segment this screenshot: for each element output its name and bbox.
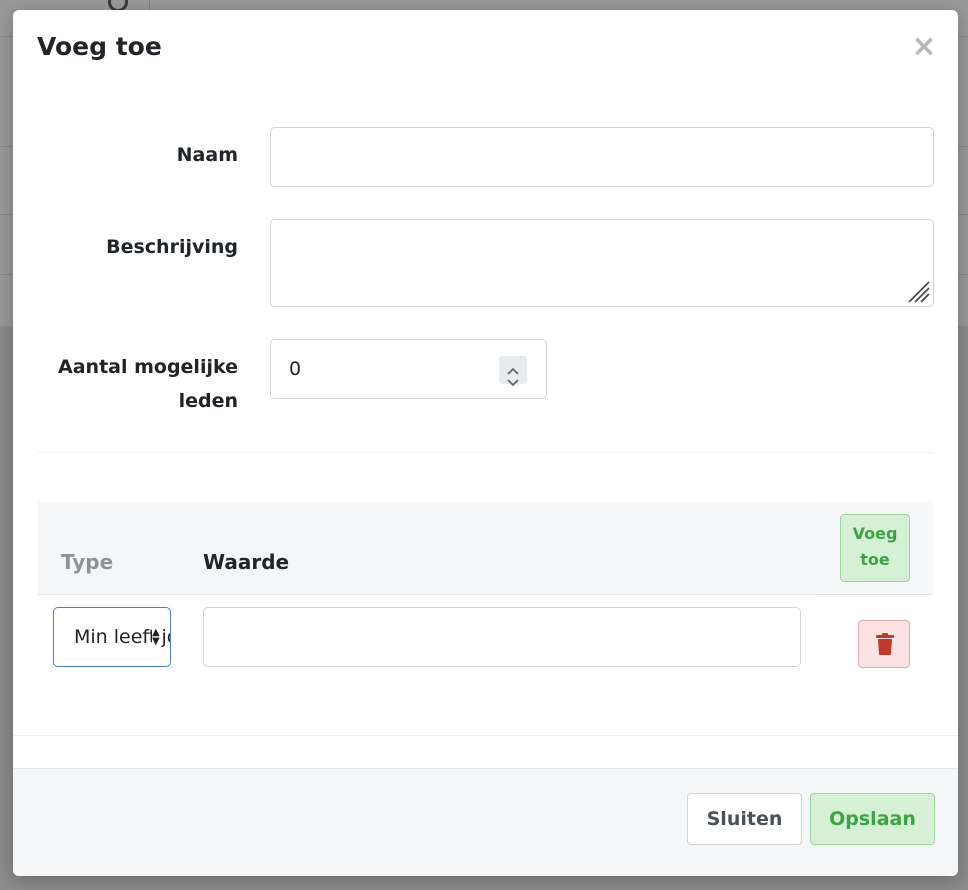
add-dialog: Voeg toe × Naam Beschrijving Aantal moge… [13,10,958,876]
resize-grip-icon[interactable] [907,280,931,304]
spinner-icon[interactable] [499,356,527,387]
table-header-cell [38,502,186,594]
name-label: Naam [176,144,238,166]
value-input[interactable] [203,607,801,667]
save-button[interactable]: Opslaan [810,793,935,845]
members-value: 0 [289,358,302,380]
table-header-cell [186,502,816,594]
add-button-label-line2: toe [860,550,890,569]
members-label-line1: Aantal mogelijke [58,356,238,378]
trash-icon [876,633,894,655]
delete-row-button[interactable] [858,620,910,668]
type-select[interactable]: Min leeftijd ▲ ▼ [53,607,171,667]
members-label-line2: leden [178,390,238,412]
description-textarea[interactable] [270,219,934,307]
dialog-title: Voeg toe [37,32,162,61]
column-header-value: Waarde [203,550,290,574]
members-number-input[interactable]: 0 [270,339,547,399]
description-label: Beschrijving [106,236,238,258]
table-row-divider [38,594,933,595]
add-button-label-line1: Voeg [852,524,898,543]
close-button[interactable]: Sluiten [687,793,802,845]
close-icon[interactable]: × [911,32,937,62]
section-divider [13,735,958,736]
form-divider [38,452,933,453]
add-condition-button[interactable]: Voeg toe [840,514,910,582]
name-input[interactable] [270,127,934,187]
chevron-updown-icon: ▲ ▼ [152,628,162,647]
column-header-type: Type [61,550,114,574]
